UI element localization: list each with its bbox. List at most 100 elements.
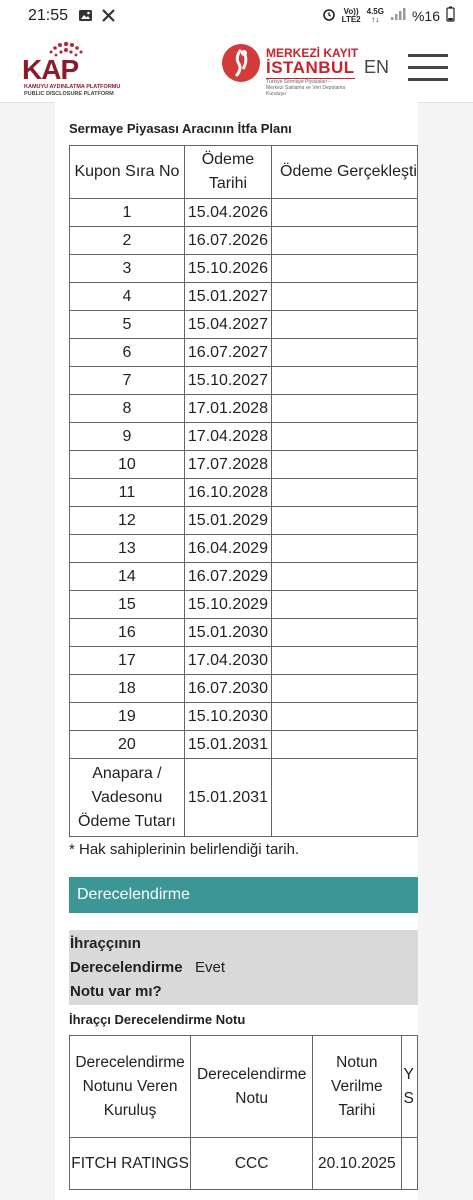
table-row: 11 16.10.2028 — [69, 478, 418, 507]
table-row: 19 15.10.2030 — [69, 702, 418, 731]
payment-done — [271, 478, 418, 507]
mki-title-bottom: İSTANBUL — [266, 58, 355, 79]
payment-done — [271, 562, 418, 591]
coupon-no: 12 — [69, 506, 185, 535]
payment-done — [271, 254, 418, 283]
kap-tagline: KAMUYU AYDINLATMA PLATFORMU — [24, 84, 121, 90]
table-row: 12 15.01.2029 — [69, 506, 418, 535]
mki-logo-icon[interactable] — [222, 44, 260, 82]
data-indicator: 4.5G ↑↓ — [366, 6, 384, 24]
payment-date: 16.10.2028 — [183, 478, 273, 507]
col-payment-date: Ödeme Tarihi — [183, 145, 273, 199]
payment-done — [271, 422, 418, 451]
payment-date: 15.01.2031 — [183, 730, 273, 759]
payment-date: 15.10.2027 — [183, 366, 273, 395]
status-time: 21:55 — [28, 7, 69, 24]
table-row: 9 17.04.2028 — [69, 422, 418, 451]
col-date: Notun Verilme Tarihi — [312, 1035, 402, 1138]
rating-agency: FITCH RATINGS — [68, 1137, 192, 1190]
rating-question: İhraççının Derecelendirme Notu var mı? — [70, 935, 183, 1000]
table-row: 17 17.04.2030 — [69, 646, 418, 675]
payment-date: 15.01.2030 — [183, 618, 273, 647]
payment-date: 16.07.2026 — [183, 226, 273, 255]
payment-done — [271, 646, 418, 675]
coupon-no: 18 — [69, 674, 185, 703]
table-row: 16 15.01.2030 — [69, 618, 418, 647]
coupon-no: 20 — [69, 730, 185, 759]
table-row: 4 15.01.2027 — [69, 282, 418, 311]
payment-done — [271, 450, 418, 479]
payment-done — [271, 310, 418, 339]
table-row: 14 16.07.2029 — [69, 562, 418, 591]
menu-icon[interactable] — [408, 54, 448, 82]
table-row: 18 16.07.2030 — [69, 674, 418, 703]
payment-date: 15.10.2029 — [183, 590, 273, 619]
rating-question-row: İhraççının Derecelendirme Notu var mı? Eve… — [69, 930, 418, 1005]
payment-date: 15.01.2027 — [183, 282, 273, 311]
payment-date: 15.04.2026 — [183, 198, 273, 227]
issuer-rating-title: İhraççı Derecelendirme Notu — [69, 1012, 246, 1027]
col-extra: Y S — [400, 1035, 418, 1138]
payment-date: 16.07.2027 — [183, 338, 273, 367]
payment-done — [271, 674, 418, 703]
table-row: 6 16.07.2027 — [69, 338, 418, 367]
payment-done — [271, 506, 418, 535]
table-row: 8 17.01.2028 — [69, 394, 418, 423]
coupon-no: 14 — [69, 562, 185, 591]
payment-date: 17.04.2028 — [183, 422, 273, 451]
principal-done — [271, 758, 418, 837]
coupon-no: 4 — [69, 282, 185, 311]
coupon-no: 1 — [69, 198, 185, 227]
col-grade: Derecelendirme Notu — [190, 1035, 314, 1138]
table-row: 1 15.04.2026 — [69, 198, 418, 227]
payment-date: 17.07.2028 — [183, 450, 273, 479]
language-switch[interactable]: EN — [364, 57, 389, 78]
payment-date: 17.01.2028 — [183, 394, 273, 423]
payment-date: 15.01.2029 — [183, 506, 273, 535]
kap-tagline-en: PUBLIC DISCLOSURE PLATFORM — [24, 91, 114, 97]
table-row: 13 16.04.2029 — [69, 534, 418, 563]
coupon-no: 15 — [69, 590, 185, 619]
payment-date: 16.07.2030 — [183, 674, 273, 703]
payment-done — [271, 590, 418, 619]
rating-answer: Evet — [195, 959, 226, 976]
payment-done — [271, 366, 418, 395]
coupon-no: 3 — [69, 254, 185, 283]
payment-done — [271, 394, 418, 423]
payment-date: 17.04.2030 — [183, 646, 273, 675]
payment-done — [271, 198, 418, 227]
coupon-no: 8 — [69, 394, 185, 423]
principal-label: Anapara / Vadesonu Ödeme Tutarı — [69, 758, 185, 837]
coupon-no: 5 — [69, 310, 185, 339]
battery-level: %16 — [411, 7, 440, 24]
rating-section-header[interactable]: Derecelendirme — [69, 877, 418, 913]
rating-extra — [400, 1137, 418, 1190]
mki-subtitle: Türkiye Sermaye Piyasaları – Merkezi Sak… — [266, 79, 346, 97]
signal-icon — [390, 7, 406, 24]
table-row: 15 15.10.2029 — [69, 590, 418, 619]
rating-table: Derecelendirme Notunu Veren Kuruluş Dere… — [68, 1035, 418, 1190]
table-row-principal: Anapara / Vadesonu Ödeme Tutarı 15.01.20… — [69, 758, 418, 837]
table-row: 20 15.01.2031 — [69, 730, 418, 759]
coupon-no: 13 — [69, 534, 185, 563]
payment-date: 16.07.2029 — [183, 562, 273, 591]
principal-date: 15.01.2031 — [183, 758, 273, 837]
status-bar: 21:55 Vo)) LTE2 4.5G ↑↓ %16 — [0, 0, 473, 34]
x-logo-icon — [101, 8, 116, 27]
payment-done — [271, 282, 418, 311]
alarm-icon — [322, 7, 336, 24]
coupon-no: 19 — [69, 702, 185, 731]
coupon-no: 16 — [69, 618, 185, 647]
rating-date: 20.10.2025 — [312, 1137, 402, 1190]
kap-brand: KAP — [22, 54, 79, 85]
payment-date: 15.10.2030 — [183, 702, 273, 731]
payment-date: 15.10.2026 — [183, 254, 273, 283]
content-panel: Sermaye Piyasası Aracının İtfa Planı Kup… — [55, 102, 418, 1200]
rating-grade: CCC — [190, 1137, 314, 1190]
coupon-no: 11 — [69, 478, 185, 507]
col-coupon-no: Kupon Sıra No — [69, 145, 185, 199]
amortization-table: Kupon Sıra No Ödeme Tarihi Ödeme Gerçekl… — [69, 145, 418, 837]
rating-header-row: Derecelendirme Notunu Veren Kuruluş Dere… — [68, 1035, 418, 1138]
network-indicator: Vo)) LTE2 — [341, 6, 361, 24]
coupon-no: 17 — [69, 646, 185, 675]
